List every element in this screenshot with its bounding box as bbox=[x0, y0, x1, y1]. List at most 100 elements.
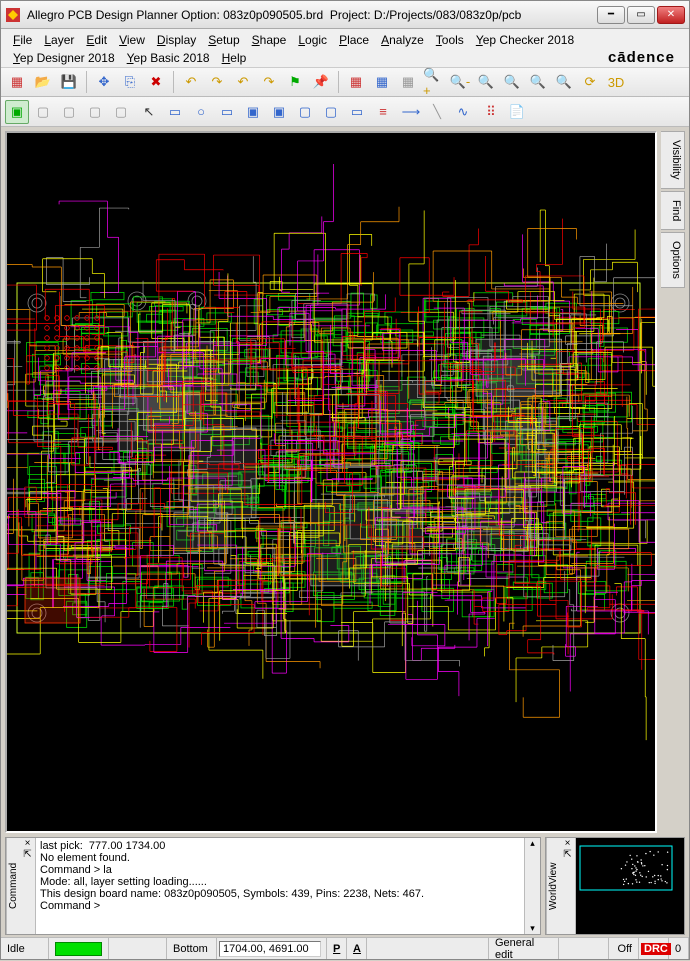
status-coords[interactable] bbox=[217, 938, 327, 959]
layer-active-icon[interactable]: ▣ bbox=[5, 100, 29, 124]
3d-icon[interactable]: 3D bbox=[604, 70, 628, 94]
pcb-canvas[interactable] bbox=[7, 133, 655, 831]
side-tab-options[interactable]: Options bbox=[661, 232, 685, 288]
minimize-button[interactable]: ━ bbox=[597, 6, 625, 24]
statusbar: Idle Bottom P A General edit Off DRC 0 bbox=[1, 937, 689, 959]
route3-icon[interactable]: ∿ bbox=[451, 100, 475, 124]
close-worldview-icon[interactable]: × bbox=[565, 838, 571, 849]
app-icon bbox=[5, 7, 21, 23]
new-icon[interactable]: ▦ bbox=[5, 70, 29, 94]
menu-yep-basic-2018[interactable]: Yep Basic 2018 bbox=[121, 49, 216, 67]
pin-pane-icon[interactable]: ⇱ bbox=[23, 849, 31, 860]
close-button[interactable]: ✕ bbox=[657, 6, 685, 24]
workarea: VisibilityFindOptions bbox=[1, 127, 689, 837]
redo-icon[interactable]: ↷ bbox=[205, 70, 229, 94]
menu-tools[interactable]: Tools bbox=[430, 31, 470, 49]
status-a[interactable]: A bbox=[347, 938, 367, 959]
report-icon[interactable]: 📄 bbox=[505, 100, 529, 124]
status-spacer1 bbox=[109, 938, 167, 959]
status-spacer3 bbox=[559, 938, 609, 959]
move-icon[interactable]: ✥ bbox=[92, 70, 116, 94]
menu-file[interactable]: File bbox=[7, 31, 38, 49]
command-text[interactable]: last pick: 777.00 1734.00 No element fou… bbox=[36, 838, 524, 934]
menubar: FileLayerEditViewDisplaySetupShapeLogicP… bbox=[1, 29, 689, 67]
menu-help[interactable]: Help bbox=[216, 49, 253, 67]
command-pane: Command × ⇱ last pick: 777.00 1734.00 No… bbox=[5, 837, 541, 935]
close-pane-icon[interactable]: × bbox=[25, 838, 31, 849]
worldview-label: WorldView bbox=[546, 838, 560, 934]
toolbar-secondary: ▣▢▢▢▢↖▭○▭▣▣▢▢▭≡⟶╲∿⠿📄 bbox=[1, 97, 689, 127]
zoomprev-icon[interactable]: 🔍 bbox=[526, 70, 550, 94]
menu-analyze[interactable]: Analyze bbox=[375, 31, 430, 49]
menu-setup[interactable]: Setup bbox=[202, 31, 245, 49]
menu-edit[interactable]: Edit bbox=[80, 31, 113, 49]
status-drill[interactable]: Off bbox=[609, 938, 639, 959]
status-drc[interactable]: DRC bbox=[639, 938, 669, 959]
coords-input[interactable] bbox=[219, 941, 321, 957]
layer-4-icon[interactable]: ▢ bbox=[109, 100, 133, 124]
menu-layer[interactable]: Layer bbox=[38, 31, 80, 49]
menu-yep-designer-2018[interactable]: Yep Designer 2018 bbox=[7, 49, 121, 67]
refresh-icon[interactable]: ⟳ bbox=[578, 70, 602, 94]
select-icon[interactable]: ▭ bbox=[215, 100, 239, 124]
grid3-icon[interactable]: ▦ bbox=[396, 70, 420, 94]
maximize-button[interactable]: ▭ bbox=[627, 6, 655, 24]
status-layer[interactable]: Bottom bbox=[167, 938, 217, 959]
menu-place[interactable]: Place bbox=[333, 31, 375, 49]
menu-logic[interactable]: Logic bbox=[292, 31, 333, 49]
layers-icon[interactable]: ≡ bbox=[371, 100, 395, 124]
grid2-icon[interactable]: ▦ bbox=[370, 70, 394, 94]
command-scrollbar[interactable]: ▴ ▾ bbox=[524, 838, 540, 934]
undo-icon[interactable]: ↶ bbox=[179, 70, 203, 94]
pin-icon[interactable]: 📌 bbox=[309, 70, 333, 94]
route2-icon[interactable]: ╲ bbox=[425, 100, 449, 124]
zoomctr-icon[interactable]: 🔍 bbox=[500, 70, 524, 94]
worldview-pane: WorldView × ⇱ bbox=[545, 837, 685, 935]
menu-yep-checker-2018[interactable]: Yep Checker 2018 bbox=[470, 31, 580, 49]
save-icon[interactable]: 💾 bbox=[57, 70, 81, 94]
layer-1-icon[interactable]: ▢ bbox=[31, 100, 55, 124]
grid1-icon[interactable]: ▦ bbox=[344, 70, 368, 94]
redo2-icon[interactable]: ↷ bbox=[257, 70, 281, 94]
shape5-icon[interactable]: ▭ bbox=[345, 100, 369, 124]
shape4-icon[interactable]: ▢ bbox=[319, 100, 343, 124]
status-idle: Idle bbox=[1, 938, 49, 959]
shape3-icon[interactable]: ▢ bbox=[293, 100, 317, 124]
status-p[interactable]: P bbox=[327, 938, 347, 959]
layer-2-icon[interactable]: ▢ bbox=[57, 100, 81, 124]
status-spacer2 bbox=[367, 938, 489, 959]
undo2-icon[interactable]: ↶ bbox=[231, 70, 255, 94]
menu-shape[interactable]: Shape bbox=[246, 31, 293, 49]
delete-icon[interactable]: ✖ bbox=[144, 70, 168, 94]
route1-icon[interactable]: ⟶ bbox=[399, 100, 423, 124]
menu-view[interactable]: View bbox=[113, 31, 151, 49]
shape2-icon[interactable]: ▣ bbox=[267, 100, 291, 124]
layer-3-icon[interactable]: ▢ bbox=[83, 100, 107, 124]
command-label: Command bbox=[6, 838, 20, 934]
worldview-canvas[interactable] bbox=[576, 838, 684, 934]
status-color[interactable] bbox=[49, 938, 109, 959]
zoomout-icon[interactable]: 🔍- bbox=[448, 70, 472, 94]
titlebar: Allegro PCB Design Planner Option: 083z0… bbox=[1, 1, 689, 29]
rect-icon[interactable]: ▭ bbox=[163, 100, 187, 124]
side-tab-find[interactable]: Find bbox=[661, 191, 685, 230]
command-tools[interactable]: × ⇱ bbox=[20, 838, 36, 934]
meas-icon[interactable]: ⠿ bbox=[479, 100, 503, 124]
window-title: Allegro PCB Design Planner Option: 083z0… bbox=[27, 8, 595, 22]
cursor-icon[interactable]: ↖ bbox=[137, 100, 161, 124]
scroll-up-icon[interactable]: ▴ bbox=[530, 838, 535, 849]
zoomin-icon[interactable]: 🔍+ bbox=[422, 70, 446, 94]
worldview-tools[interactable]: × ⇱ bbox=[560, 838, 576, 934]
zoomsel-icon[interactable]: 🔍 bbox=[552, 70, 576, 94]
scroll-down-icon[interactable]: ▾ bbox=[530, 923, 535, 934]
flag-icon[interactable]: ⚑ bbox=[283, 70, 307, 94]
status-mode[interactable]: General edit bbox=[489, 938, 559, 959]
menu-display[interactable]: Display bbox=[151, 31, 202, 49]
shape1-icon[interactable]: ▣ bbox=[241, 100, 265, 124]
pin-worldview-icon[interactable]: ⇱ bbox=[563, 849, 571, 860]
circle-icon[interactable]: ○ bbox=[189, 100, 213, 124]
side-tab-visibility[interactable]: Visibility bbox=[661, 131, 685, 189]
zoomfit-icon[interactable]: 🔍 bbox=[474, 70, 498, 94]
open-icon[interactable]: 📂 bbox=[31, 70, 55, 94]
copy-icon[interactable]: ⎘ bbox=[118, 70, 142, 94]
